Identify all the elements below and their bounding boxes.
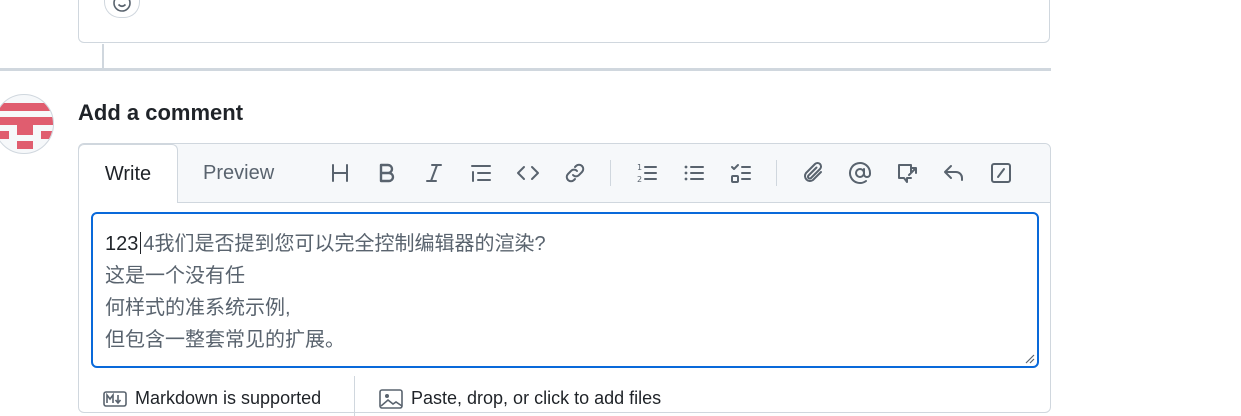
timeline-line <box>102 44 104 68</box>
editor-header: Write Preview 12 <box>78 144 1050 203</box>
task-list-icon <box>731 164 751 183</box>
typed-text: 123 <box>105 233 139 255</box>
previous-comment-card <box>78 0 1050 43</box>
slash-commands-icon <box>991 163 1011 183</box>
task-list-button[interactable] <box>725 157 757 189</box>
reply-button[interactable] <box>938 157 970 189</box>
markdown-icon <box>103 390 127 407</box>
add-comment-heading: Add a comment <box>78 100 244 125</box>
heading-icon <box>332 164 348 182</box>
link-icon <box>565 163 585 183</box>
comment-editor: Write Preview 12 123 4我们是否提到您可以完全控制编辑器的渲… <box>78 143 1051 416</box>
quote-button[interactable] <box>465 157 497 189</box>
comment-text: 123 4我们是否提到您可以完全控制编辑器的渲染? 这是一个没有任 何样式的准系统… <box>105 228 546 356</box>
smiley-icon <box>113 0 131 12</box>
italic-icon <box>426 164 442 182</box>
bold-button[interactable] <box>371 157 403 189</box>
slash-commands-button[interactable] <box>985 157 1017 189</box>
text-line-3: 何样式的准系统示例, <box>105 297 291 319</box>
resize-handle-icon[interactable] <box>1023 352 1035 364</box>
comment-textarea[interactable]: 123 4我们是否提到您可以完全控制编辑器的渲染? 这是一个没有任 何样式的准系统… <box>91 212 1039 368</box>
heading-button[interactable] <box>324 157 356 189</box>
code-icon <box>517 166 539 180</box>
svg-text:2: 2 <box>637 175 642 184</box>
identicon-image <box>0 103 53 149</box>
avatar[interactable] <box>0 94 54 154</box>
editor-footer: Markdown is supported Paste, drop, or cl… <box>79 376 1050 416</box>
toolbar-separator <box>610 160 611 186</box>
bold-icon <box>379 163 395 183</box>
cross-reference-button[interactable] <box>891 157 923 189</box>
italic-button[interactable] <box>418 157 450 189</box>
cross-reference-icon <box>898 164 917 183</box>
attach-icon <box>804 161 823 182</box>
text-line-1: 4我们是否提到您可以完全控制编辑器的渲染? <box>143 233 546 255</box>
text-line-2: 这是一个没有任 <box>105 265 245 287</box>
unordered-list-button[interactable] <box>678 157 710 189</box>
text-caret <box>140 232 142 254</box>
ordered-list-button[interactable]: 12 <box>631 157 663 189</box>
mention-icon <box>849 162 871 184</box>
svg-text:1: 1 <box>637 163 642 172</box>
unordered-list-icon <box>684 165 704 181</box>
quote-icon <box>471 165 491 182</box>
text-line-4: 但包含一整套常见的扩展。 <box>105 329 345 351</box>
timeline-divider <box>0 68 1051 71</box>
tab-preview[interactable]: Preview <box>203 144 274 202</box>
link-button[interactable] <box>559 157 591 189</box>
mention-button[interactable] <box>844 157 876 189</box>
footer-divider <box>354 376 355 416</box>
formatting-toolbar: 12 <box>324 157 1032 189</box>
code-button[interactable] <box>512 157 544 189</box>
ordered-list-icon: 12 <box>637 163 657 184</box>
attach-button[interactable] <box>797 157 829 189</box>
reply-icon <box>944 165 963 181</box>
toolbar-separator <box>776 160 777 186</box>
tab-write[interactable]: Write <box>78 144 178 203</box>
